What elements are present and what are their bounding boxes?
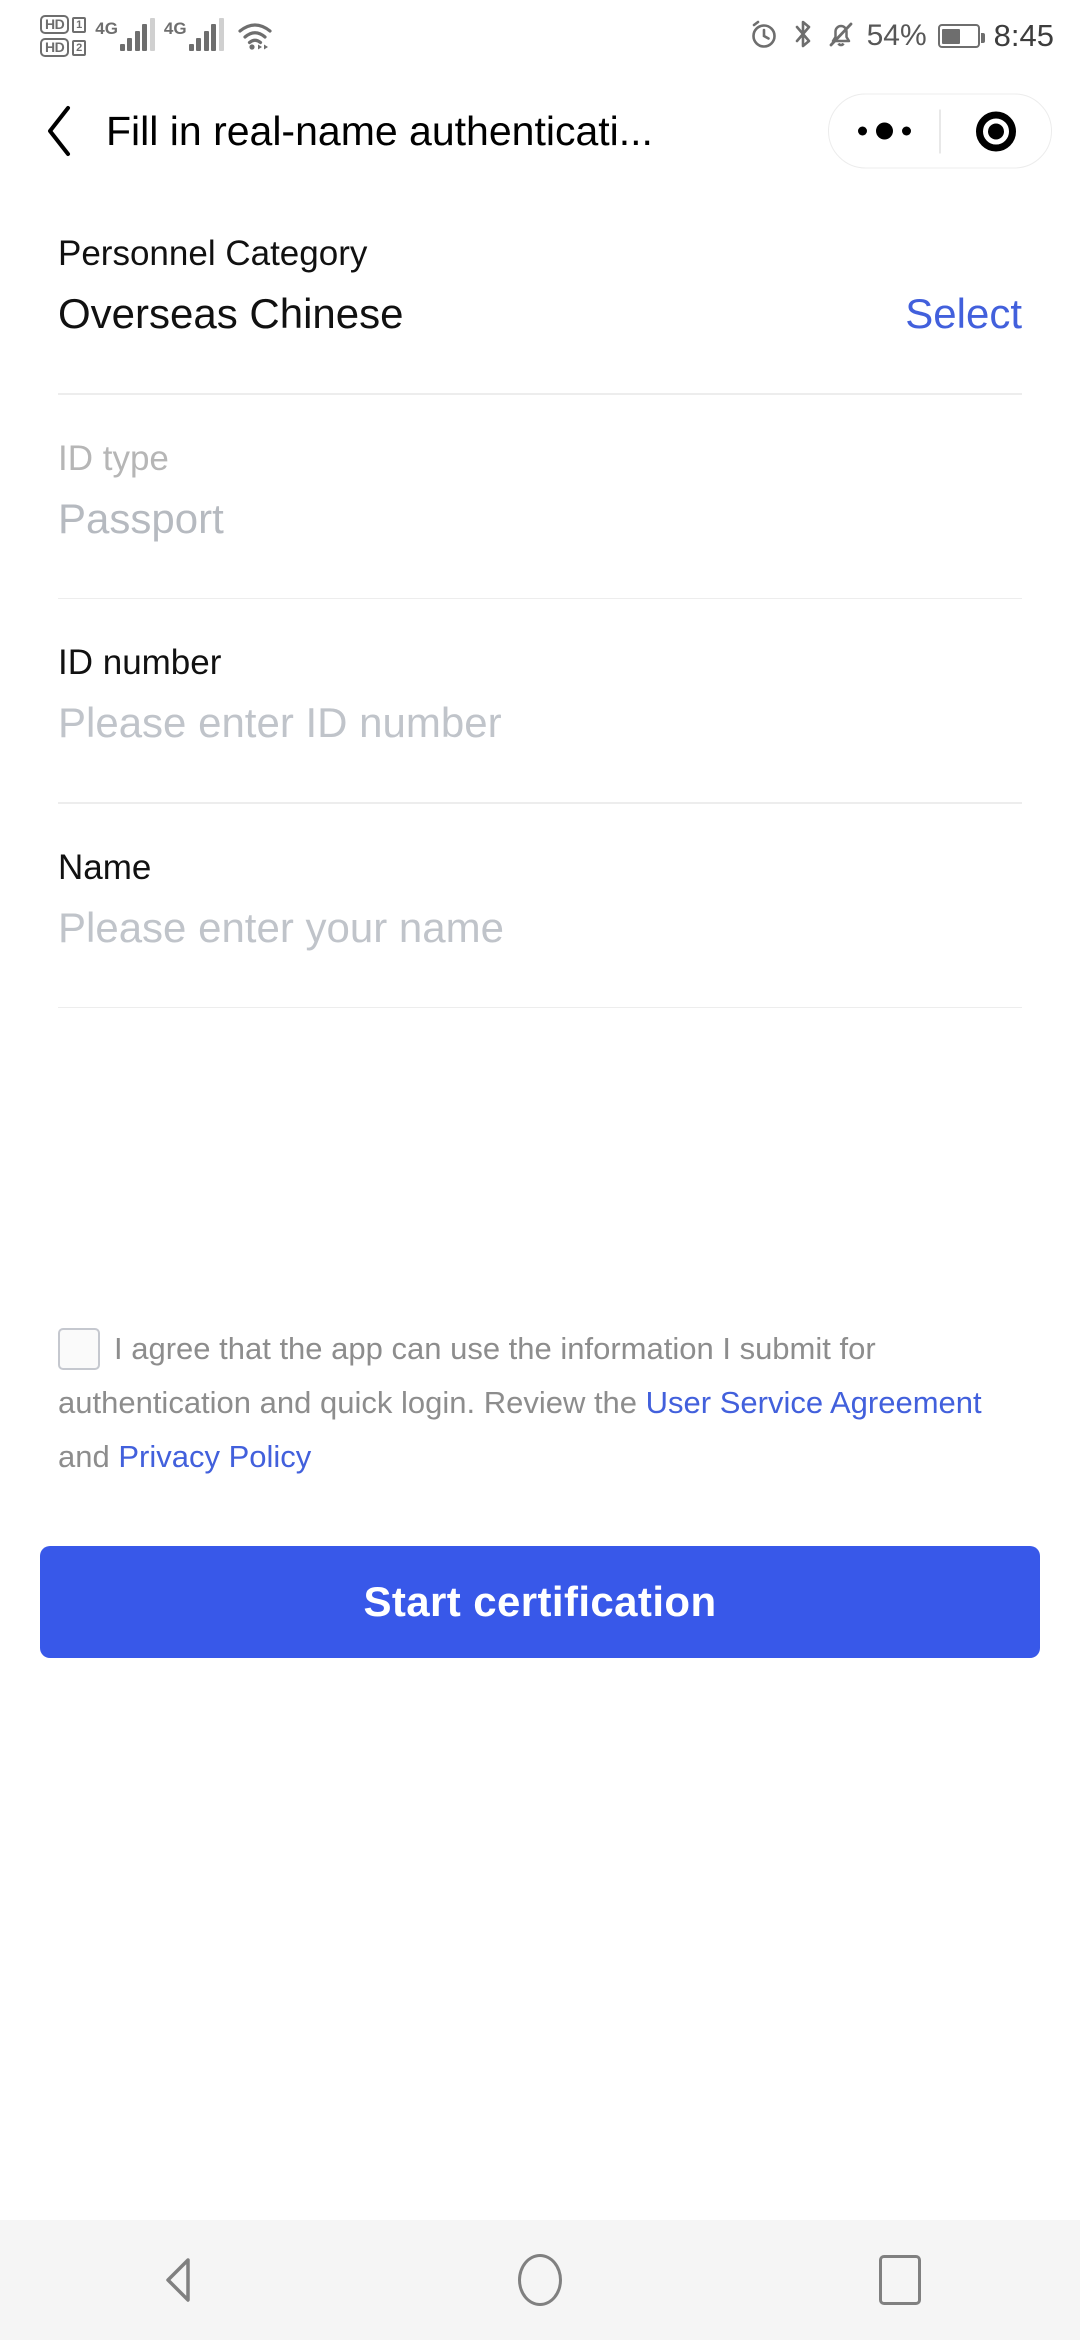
nav-recents-button[interactable] (720, 2255, 1080, 2305)
select-category-link[interactable]: Select (905, 293, 1022, 335)
signal-indicator-sim2: 4G (163, 18, 224, 51)
agreement-block: I agree that the app can use the informa… (58, 1322, 1020, 1484)
sim2-indicator: HD 2 (40, 38, 87, 57)
bell-muted-icon (826, 18, 856, 55)
chevron-left-icon (48, 106, 70, 156)
alarm-icon (748, 18, 780, 55)
id-number-input[interactable]: Please enter ID number (58, 702, 1022, 744)
form-content: Personnel Category Overseas Chinese Sele… (0, 190, 1080, 1008)
nav-back-triangle-icon (166, 2258, 190, 2302)
nav-back-button[interactable] (0, 2252, 360, 2308)
network-type-label: 4G (95, 19, 118, 38)
signal-bars-icon (119, 18, 155, 51)
status-bar: HD 1 HD 2 4G 4G 54% 8:45 (0, 0, 1080, 72)
sim2-number-label: 2 (72, 39, 87, 56)
sim1-number-label: 1 (72, 16, 87, 33)
field-id-number[interactable]: ID number Please enter ID number (0, 599, 1080, 744)
bluetooth-icon (791, 18, 815, 55)
name-input[interactable]: Please enter your name (58, 906, 1022, 949)
privacy-policy-link[interactable]: Privacy Policy (118, 1439, 311, 1474)
start-certification-button[interactable]: Start certification (40, 1546, 1040, 1658)
more-menu-button[interactable] (829, 122, 939, 140)
status-bar-left: HD 1 HD 2 4G 4G (40, 15, 273, 57)
battery-icon (937, 24, 985, 48)
wifi-icon (237, 21, 273, 51)
volte-hd-icon: HD (40, 38, 70, 57)
signal-bars-icon (188, 18, 224, 51)
field-id-type: ID type Passport (0, 395, 1080, 540)
status-bar-right: 54% 8:45 (748, 18, 1054, 55)
personnel-category-label: Personnel Category (58, 234, 368, 273)
nav-home-circle-icon (518, 2254, 562, 2306)
field-personnel-category[interactable]: Personnel Category Overseas Chinese Sele… (0, 190, 1080, 335)
nav-home-button[interactable] (360, 2254, 720, 2306)
more-dots-icon (857, 122, 911, 140)
agreement-checkbox[interactable] (58, 1328, 100, 1370)
miniprogram-capsule (828, 93, 1052, 169)
battery-percent-label: 54% (866, 19, 927, 52)
id-type-value: Passport (58, 494, 224, 542)
agreement-text: I agree that the app can use the informa… (58, 1322, 1020, 1484)
page-title: Fill in real-name authenticati... (106, 107, 653, 154)
divider (58, 1006, 1022, 1008)
close-miniprogram-button[interactable] (941, 111, 1051, 151)
app-header: Fill in real-name authenticati... (0, 72, 1080, 190)
back-button[interactable] (22, 93, 98, 169)
nav-recents-square-icon (879, 2255, 921, 2305)
phone-screen: HD 1 HD 2 4G 4G 54% 8:45 Fill in real-na… (0, 0, 1080, 2340)
android-navigation-bar (0, 2220, 1080, 2340)
user-service-agreement-link[interactable]: User Service Agreement (646, 1385, 982, 1420)
personnel-category-value: Overseas Chinese (58, 290, 404, 337)
dual-sim-indicators: HD 1 HD 2 (40, 15, 87, 57)
agreement-text-part2: and (58, 1439, 119, 1474)
id-number-label: ID number (58, 643, 222, 682)
id-type-label: ID type (58, 438, 169, 478)
name-label: Name (58, 847, 152, 887)
field-name[interactable]: Name Please enter your name (0, 804, 1080, 949)
network-type-label: 4G (163, 19, 187, 38)
signal-indicator-sim1: 4G (95, 18, 155, 51)
sim1-indicator: HD 1 (40, 15, 87, 34)
volte-hd-icon: HD (40, 15, 70, 34)
clock-label: 8:45 (993, 18, 1054, 53)
target-circle-icon (975, 111, 1016, 151)
